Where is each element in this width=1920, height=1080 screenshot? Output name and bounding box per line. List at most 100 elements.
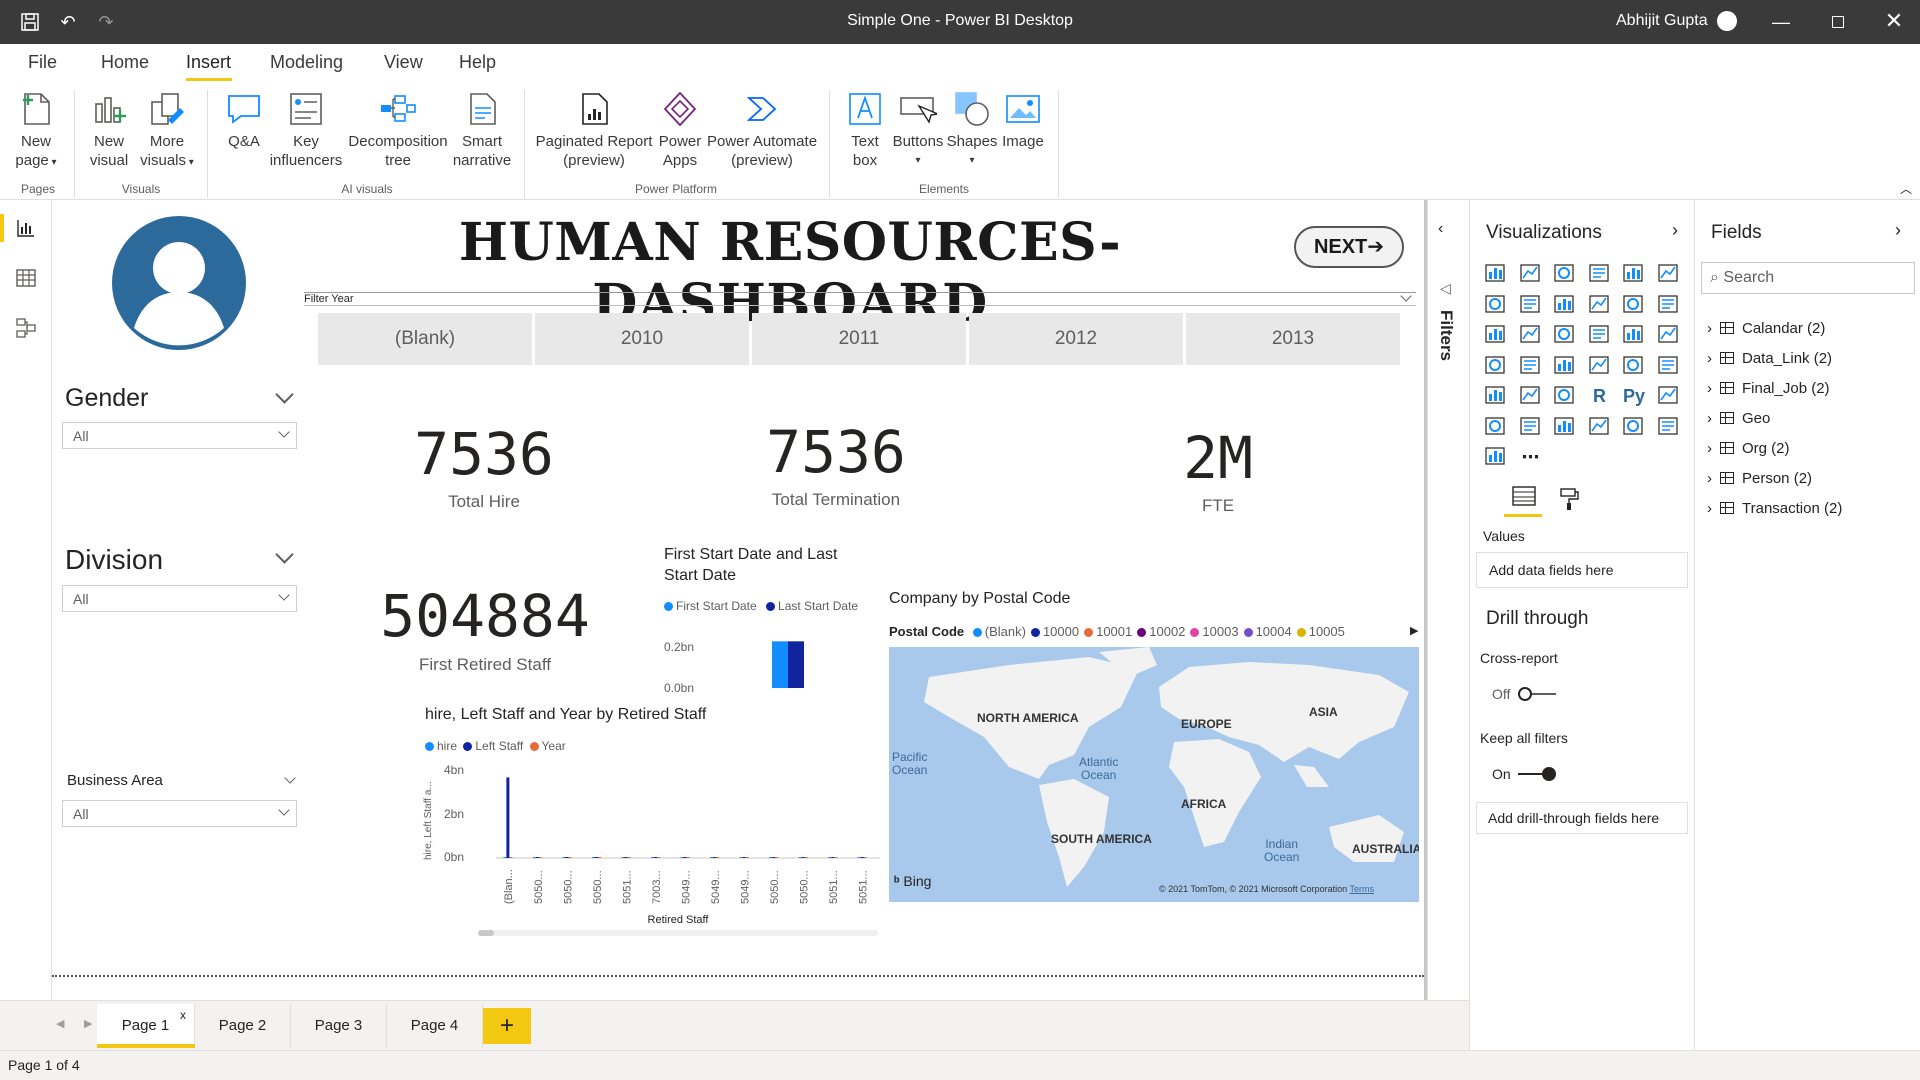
gender-slicer-dropdown[interactable]: All (62, 422, 297, 449)
pie-icon[interactable] (1588, 323, 1612, 347)
expand-chevron-icon[interactable]: › (1707, 500, 1712, 517)
field-table-3[interactable]: › Final_Job (2) (1707, 380, 1830, 397)
cross-report-toggle[interactable] (1518, 687, 1532, 701)
card-icon[interactable] (1588, 354, 1612, 378)
stacked-bar-icon[interactable] (1484, 262, 1508, 286)
expand-chevron-icon[interactable]: › (1707, 380, 1712, 397)
restore-icon[interactable] (1832, 16, 1844, 28)
chart2-bar-13-2[interactable] (860, 857, 864, 858)
expand-chevron-icon[interactable]: › (1707, 350, 1712, 367)
tab-page-2[interactable]: Page 2 (195, 1004, 291, 1048)
chart2-bar-8-1[interactable] (710, 857, 714, 858)
line-column-icon[interactable] (1588, 293, 1612, 317)
year-tile-2010[interactable]: 2010 (535, 313, 749, 365)
year-tile-2013[interactable]: 2013 (1186, 313, 1400, 365)
multirow-card-icon[interactable] (1622, 354, 1646, 378)
decomposition-tree-button[interactable]: Decomposition tree (346, 90, 450, 170)
filters-expand-chevron-icon[interactable]: ‹ (1438, 220, 1443, 238)
chart2-bar-4-1[interactable] (592, 857, 595, 858)
add-page-button[interactable]: + (483, 1008, 531, 1044)
buttons-button[interactable]: Buttons ▾ (890, 90, 946, 170)
map-legend-item-2[interactable]: 10000 (1030, 624, 1079, 639)
tab-page-1-close-icon[interactable]: x (180, 1008, 186, 1022)
chart2-bar-5-1[interactable] (621, 857, 625, 858)
chart2-bar-12-2[interactable] (831, 857, 835, 858)
page-prev-icon[interactable]: ◀ (56, 1017, 64, 1030)
chart2-scrollbar[interactable] (478, 930, 878, 936)
ribbon-chart-icon[interactable] (1657, 293, 1681, 317)
chart2-bar-9-3[interactable] (745, 857, 749, 858)
new-page-button[interactable]: New page ▾ (8, 90, 64, 172)
donut-icon[interactable] (1622, 323, 1646, 347)
chart2-bar-1-2[interactable] (506, 777, 510, 858)
chart2-bar-6-3[interactable] (657, 857, 661, 858)
shapes-button[interactable]: Shapes ▾ (946, 90, 998, 170)
chart2-bar-4-3[interactable] (598, 857, 601, 858)
fields-collapse-chevron-icon[interactable]: › (1895, 220, 1901, 241)
gauge-icon[interactable] (1553, 354, 1577, 378)
treemap-icon[interactable] (1657, 323, 1681, 347)
field-table-6[interactable]: › Person (2) (1707, 470, 1812, 487)
filters-pane[interactable]: ‹ ◁ Filters (1427, 200, 1469, 1010)
model-view-icon[interactable] (16, 318, 36, 343)
chart2-bar-13-3[interactable] (863, 857, 867, 858)
waterfall-icon[interactable] (1484, 323, 1508, 347)
clustered-bar-icon[interactable] (1553, 262, 1577, 286)
keep-all-filters-toggle[interactable] (1542, 767, 1556, 781)
power-automate-vis-icon[interactable] (1484, 445, 1508, 469)
year-tile-blank[interactable]: (Blank) (318, 313, 532, 365)
new-visual-button[interactable]: New visual (84, 90, 134, 170)
qa-vis-icon[interactable] (1519, 415, 1543, 439)
format-paint-roller-icon[interactable] (1556, 486, 1582, 517)
expand-chevron-icon[interactable]: › (1707, 470, 1712, 487)
power-automate-button[interactable]: Power Automate (preview) (706, 90, 818, 170)
map-icon[interactable] (1484, 354, 1508, 378)
chart2-bar-11-1[interactable] (798, 857, 802, 858)
chart2-bar-8-3[interactable] (716, 857, 720, 858)
stacked-column-icon[interactable] (1519, 262, 1543, 286)
filled-map-icon[interactable] (1519, 354, 1543, 378)
chart2-bar-10-3[interactable] (775, 857, 779, 858)
chart2-bar-6-2[interactable] (654, 857, 658, 858)
paginated-vis-icon[interactable] (1588, 415, 1612, 439)
more-visuals-button[interactable]: More visuals ▾ (138, 90, 196, 172)
key-influencers-vis-icon[interactable] (1657, 384, 1681, 408)
map-terms-link[interactable]: Terms (1350, 884, 1375, 894)
funnel-icon[interactable] (1519, 323, 1543, 347)
slicer-icon[interactable] (1484, 384, 1508, 408)
menu-insert[interactable]: Insert (186, 52, 231, 73)
next-button[interactable]: NEXT➔ (1294, 226, 1404, 268)
chart2-bar-3-2[interactable] (565, 857, 569, 858)
menu-view[interactable]: View (384, 52, 423, 73)
chart1-bar-1[interactable] (772, 641, 788, 688)
year-tile-2011[interactable]: 2011 (752, 313, 966, 365)
power-apps-vis-icon[interactable] (1657, 415, 1681, 439)
visualizations-collapse-chevron-icon[interactable]: › (1672, 220, 1678, 241)
chart2-bar-3-3[interactable] (568, 857, 572, 858)
chart2-bar-3-1[interactable] (562, 857, 566, 858)
expand-chevron-icon[interactable]: › (1707, 440, 1712, 457)
map-legend-item-4[interactable]: 10002 (1137, 624, 1185, 639)
map-legend-next-icon[interactable]: ▶ (1410, 624, 1418, 637)
chart2-scroll-thumb[interactable] (478, 930, 494, 936)
chart2-bar-2-2[interactable] (535, 857, 539, 858)
chart2-bar-6-1[interactable] (651, 857, 655, 858)
chart1-bar-2[interactable] (788, 641, 804, 688)
year-tile-2012[interactable]: 2012 (969, 313, 1183, 365)
chart2-bar-2-3[interactable] (538, 857, 542, 858)
chart2-bar-9-2[interactable] (742, 857, 746, 858)
chart2-bar-13-1[interactable] (857, 857, 861, 858)
line-chart-icon[interactable] (1484, 293, 1508, 317)
field-table-1[interactable]: › Calandar (2) (1707, 320, 1825, 337)
minimize-icon[interactable]: — (1771, 12, 1791, 32)
division-slicer-dropdown[interactable]: All (62, 585, 297, 612)
chart2-bar-1-1[interactable] (503, 857, 507, 858)
menu-modeling[interactable]: Modeling (270, 52, 343, 73)
decomposition-vis-icon[interactable] (1484, 415, 1508, 439)
fields-tab-icon[interactable] (1510, 484, 1538, 515)
data-view-icon[interactable] (16, 268, 36, 293)
paginated-report-button[interactable]: Paginated Report (preview) (534, 90, 654, 170)
avatar[interactable] (1717, 11, 1737, 31)
menu-help[interactable]: Help (459, 52, 496, 73)
chart2-bar-11-2[interactable] (801, 857, 805, 858)
